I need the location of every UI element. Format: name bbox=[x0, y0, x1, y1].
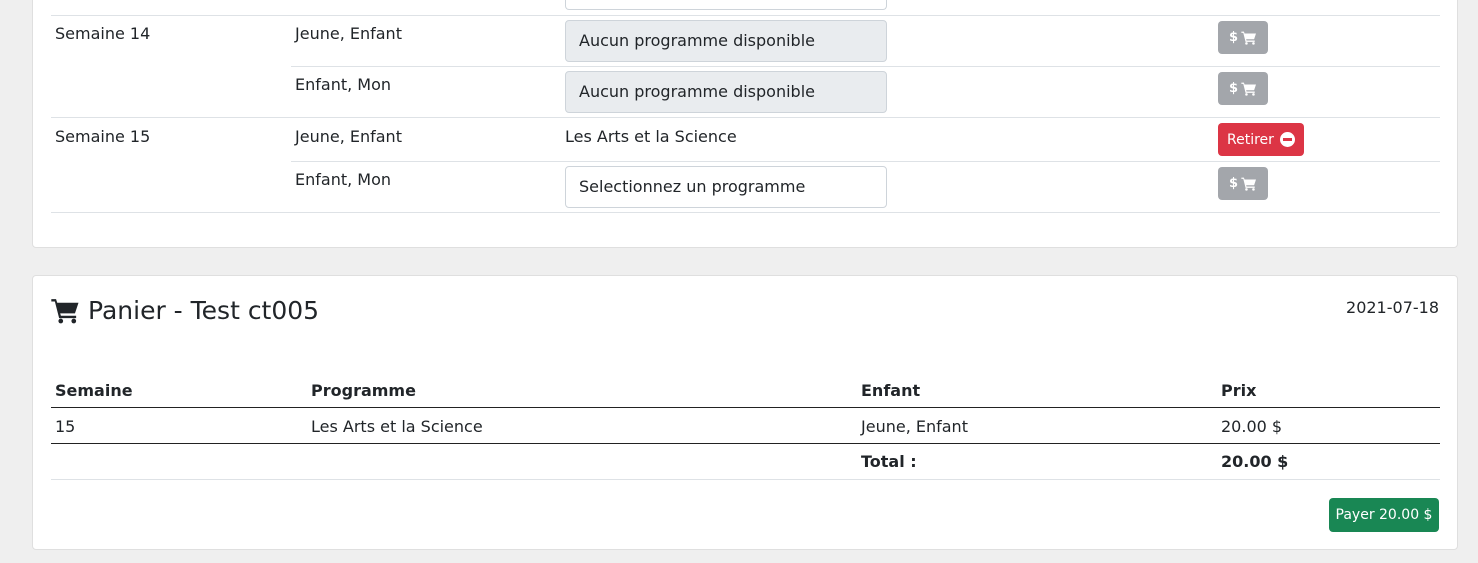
cart-title: Panier - Test ct005 bbox=[51, 296, 319, 325]
header-divider bbox=[51, 407, 1440, 408]
remove-label: Retirer bbox=[1227, 131, 1274, 148]
week-label: Semaine 14 bbox=[55, 24, 151, 43]
selected-program: Les Arts et la Science bbox=[565, 127, 737, 146]
column-header-price: Prix bbox=[1221, 381, 1257, 400]
column-header-program: Programme bbox=[311, 381, 416, 400]
program-select[interactable]: Selectionnez un programme bbox=[565, 166, 887, 208]
remove-button[interactable]: Retirer bbox=[1218, 123, 1304, 156]
total-value: 20.00 $ bbox=[1221, 452, 1289, 471]
child-name: Jeune, Enfant bbox=[295, 24, 402, 43]
cart-item-price: 20.00 $ bbox=[1221, 417, 1283, 436]
add-to-cart-button[interactable]: $ bbox=[1218, 167, 1268, 200]
child-name: Enfant, Mon bbox=[295, 75, 392, 94]
row-divider bbox=[51, 212, 1440, 213]
schedule-card: Semaine 14 Jeune, Enfant Aucun programme… bbox=[32, 0, 1458, 248]
cart-item-program: Les Arts et la Science bbox=[311, 417, 483, 436]
cart-item-week: 15 bbox=[55, 417, 76, 436]
items-divider bbox=[51, 443, 1440, 444]
cart-date: 2021-07-18 bbox=[1346, 298, 1439, 317]
total-label: Total : bbox=[861, 452, 917, 471]
shopping-cart-icon bbox=[1241, 31, 1257, 45]
column-header-week: Semaine bbox=[55, 381, 133, 400]
shopping-cart-icon bbox=[51, 298, 79, 323]
total-divider bbox=[51, 479, 1440, 480]
pay-button[interactable]: Payer 20.00 $ bbox=[1329, 498, 1439, 532]
cart-card: Panier - Test ct005 2021-07-18 Semaine P… bbox=[32, 275, 1458, 550]
dollar-label: $ bbox=[1228, 81, 1239, 96]
row-divider bbox=[51, 15, 1440, 16]
row-divider bbox=[291, 161, 1440, 162]
row-divider bbox=[51, 117, 1440, 118]
program-select[interactable]: Aucun programme disponible bbox=[565, 71, 887, 113]
shopping-cart-icon bbox=[1241, 177, 1257, 191]
child-name: Jeune, Enfant bbox=[295, 127, 402, 146]
add-to-cart-button[interactable]: $ bbox=[1218, 72, 1268, 105]
minus-circle-icon bbox=[1279, 132, 1295, 147]
program-select[interactable]: Aucun programme disponible bbox=[565, 20, 887, 62]
add-to-cart-button[interactable]: $ bbox=[1218, 21, 1268, 54]
column-header-child: Enfant bbox=[861, 381, 921, 400]
cart-item-child: Jeune, Enfant bbox=[861, 417, 968, 436]
row-divider bbox=[291, 66, 1440, 67]
cart-title-text: Panier - Test ct005 bbox=[88, 296, 320, 325]
week-label: Semaine 15 bbox=[55, 127, 151, 146]
shopping-cart-icon bbox=[1241, 82, 1257, 96]
dollar-label: $ bbox=[1228, 30, 1239, 45]
dollar-label: $ bbox=[1228, 176, 1239, 191]
child-name: Enfant, Mon bbox=[295, 170, 392, 189]
program-select-previous[interactable] bbox=[565, 0, 887, 10]
